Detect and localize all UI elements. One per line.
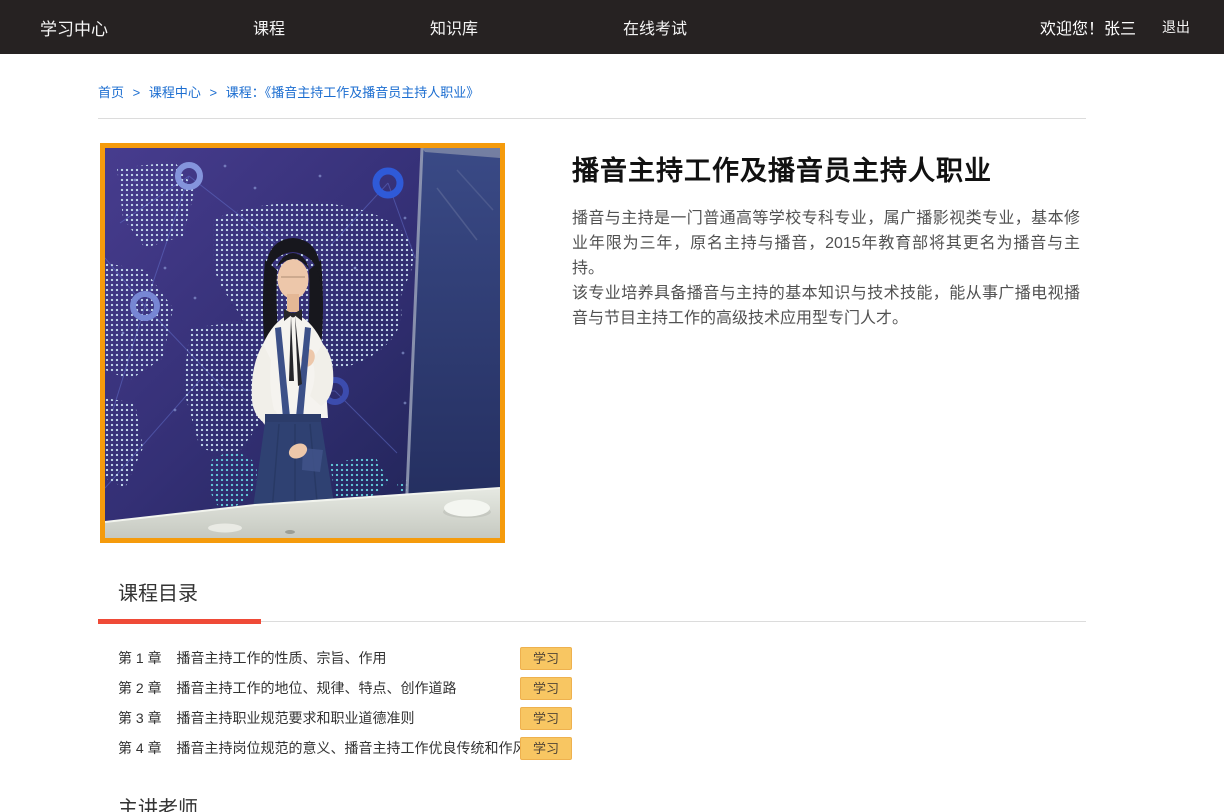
chapter-number: 第 3 章 xyxy=(118,710,162,726)
chapter-number: 第 2 章 xyxy=(118,680,162,696)
study-button-chapter-1[interactable]: 学习 xyxy=(520,647,572,670)
nav-item-online-exam[interactable]: 在线考试 xyxy=(623,15,687,39)
study-button-chapter-3[interactable]: 学习 xyxy=(520,707,572,730)
nav-item-knowledge-base[interactable]: 知识库 xyxy=(430,15,478,39)
course-description-line-2: 该专业培养具备播音与主持的基本知识与技术技能，能从事广播电视播音与节目主持工作的… xyxy=(572,281,1080,331)
nav-brand[interactable]: 学习中心 xyxy=(40,15,108,40)
study-button-chapter-2[interactable]: 学习 xyxy=(520,677,572,700)
chapter-title: 播音主持工作的性质、宗旨、作用 xyxy=(176,650,386,666)
studio-wall xyxy=(405,148,500,538)
logout-link[interactable]: 退出 xyxy=(1162,17,1190,37)
breadcrumb-divider xyxy=(98,118,1086,119)
breadcrumb-course-center[interactable]: 课程中心 xyxy=(149,85,201,100)
nav-item-courses[interactable]: 课程 xyxy=(253,15,285,39)
chapter-row-1: 第 1 章 播音主持工作的性质、宗旨、作用 学习 xyxy=(118,647,1086,677)
catalog-heading: 课程目录 xyxy=(118,577,1086,621)
breadcrumb-current-course: 课程：《播音主持工作及播音员主持人职业》 xyxy=(226,85,480,100)
teacher-section: 主讲老师 xyxy=(98,792,1086,812)
welcome-text: 欢迎您！张三 xyxy=(1040,15,1136,39)
chapter-row-2: 第 2 章 播音主持工作的地位、规律、特点、创作道路 学习 xyxy=(118,677,1086,707)
course-title: 播音主持工作及播音员主持人职业 xyxy=(572,149,1080,188)
breadcrumb: 首页 > 课程中心 > 课程：《播音主持工作及播音员主持人职业》 xyxy=(98,54,1086,118)
chapter-title: 播音主持工作的地位、规律、特点、创作道路 xyxy=(176,680,456,696)
breadcrumb-home[interactable]: 首页 xyxy=(98,85,124,100)
course-hero: 播音主持工作及播音员主持人职业 播音与主持是一门普通高等学校专科专业，属广播影视… xyxy=(98,143,1086,543)
teacher-heading: 主讲老师 xyxy=(118,792,1086,812)
catalog-heading-underline xyxy=(98,619,261,624)
course-catalog: 课程目录 第 1 章 播音主持工作的性质、宗旨、作用 学习 第 2 章 播音主持… xyxy=(98,577,1086,767)
breadcrumb-separator: > xyxy=(133,85,141,100)
chapter-row-4: 第 4 章 播音主持岗位规范的意义、播音主持工作优良传统和作风 学习 xyxy=(118,737,1086,767)
chapter-list: 第 1 章 播音主持工作的性质、宗旨、作用 学习 第 2 章 播音主持工作的地位… xyxy=(98,647,1086,767)
chapter-title: 播音主持职业规范要求和职业道德准则 xyxy=(176,710,414,726)
breadcrumb-separator: > xyxy=(210,85,218,100)
page-content: 首页 > 课程中心 > 课程：《播音主持工作及播音员主持人职业》 xyxy=(98,54,1086,812)
course-cover-illustration xyxy=(105,148,500,538)
top-nav: 学习中心 课程 知识库 在线考试 欢迎您！张三 退出 xyxy=(0,0,1224,54)
course-description-line-1: 播音与主持是一门普通高等学校专科专业，属广播影视类专业，基本修业年限为三年，原名… xyxy=(572,206,1080,281)
catalog-section-head: 课程目录 xyxy=(98,577,1086,622)
chapter-number: 第 4 章 xyxy=(118,740,162,756)
study-button-chapter-4[interactable]: 学习 xyxy=(520,737,572,760)
course-info: 播音主持工作及播音员主持人职业 播音与主持是一门普通高等学校专科专业，属广播影视… xyxy=(572,143,1080,543)
nav-user-area: 欢迎您！张三 退出 xyxy=(1040,15,1224,39)
chapter-row-3: 第 3 章 播音主持职业规范要求和职业道德准则 学习 xyxy=(118,707,1086,737)
chapter-number: 第 1 章 xyxy=(118,650,162,666)
chapter-title: 播音主持岗位规范的意义、播音主持工作优良传统和作风 xyxy=(176,740,526,756)
course-cover-image xyxy=(100,143,505,543)
